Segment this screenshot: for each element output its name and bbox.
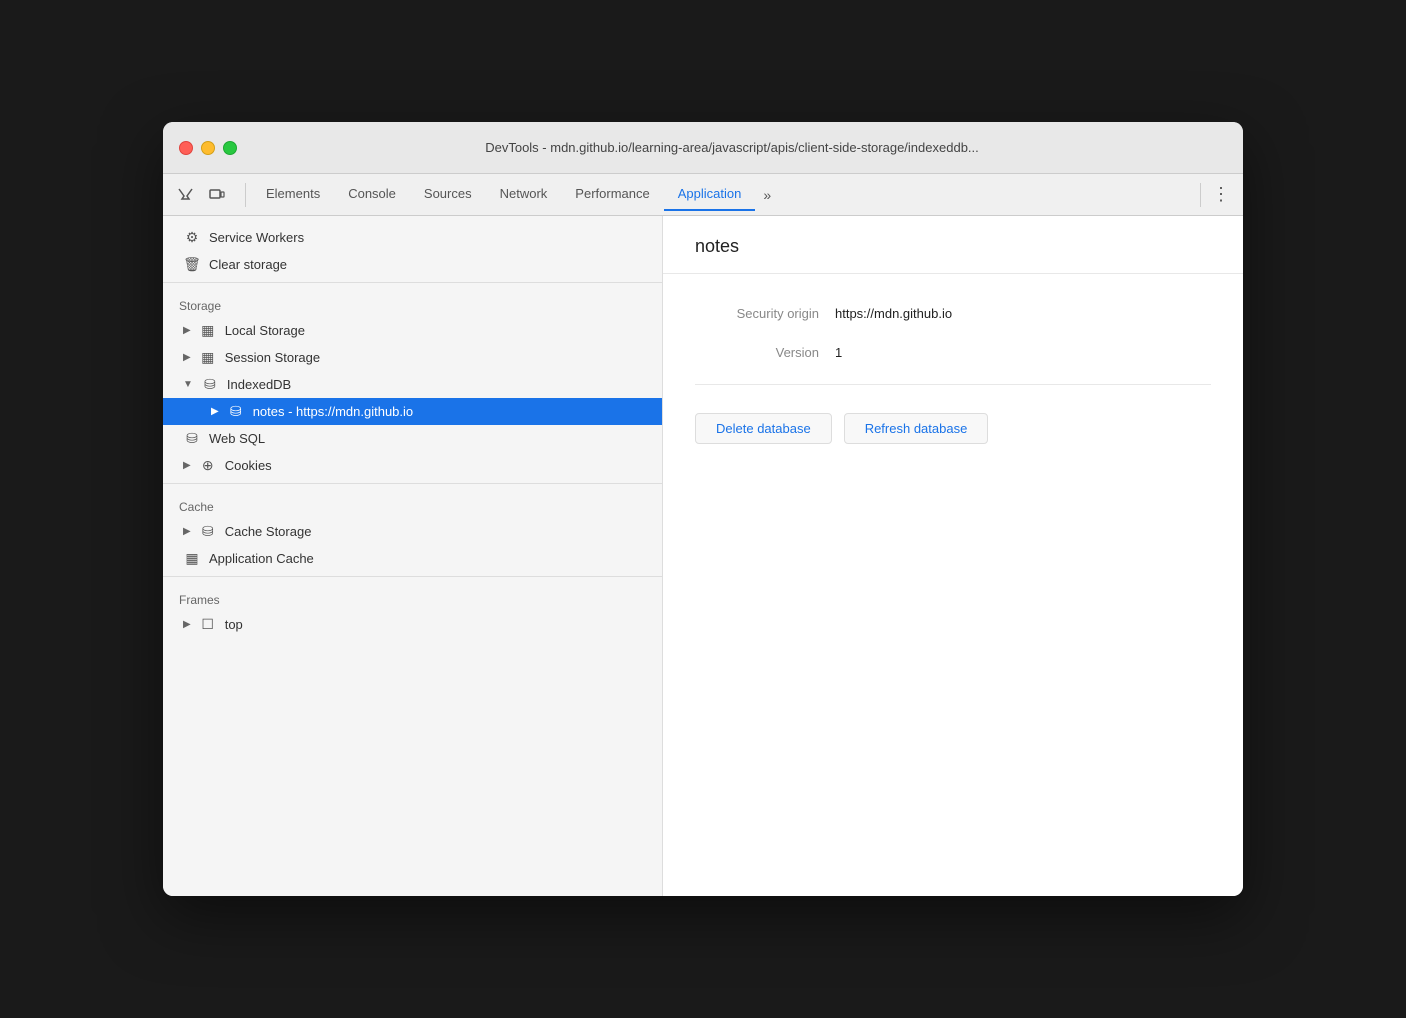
- delete-database-button[interactable]: Delete database: [695, 413, 832, 444]
- sidebar-section-storage: Storage: [163, 287, 662, 317]
- arrow-cache-storage: ▶: [183, 526, 191, 537]
- sidebar-item-clear-storage[interactable]: 🗑 Clear storage: [163, 251, 662, 278]
- tab-performance[interactable]: Performance: [561, 178, 663, 211]
- trash-icon: 🗑: [183, 256, 201, 273]
- sidebar: ⚙ Service Workers 🗑 Clear storage Storag…: [163, 216, 663, 896]
- grid-icon-session-storage: ▦: [199, 349, 217, 366]
- arrow-notes-db: ▶: [211, 406, 219, 417]
- content-header: notes: [663, 216, 1243, 274]
- main-content: ⚙ Service Workers 🗑 Clear storage Storag…: [163, 216, 1243, 896]
- tab-bar: Elements Console Sources Network Perform…: [163, 174, 1243, 216]
- version-label: Version: [695, 345, 835, 360]
- content-divider: [695, 384, 1211, 385]
- tabs-list: Elements Console Sources Network Perform…: [252, 178, 1194, 211]
- sidebar-label-clear-storage: Clear storage: [209, 257, 287, 272]
- sidebar-section-frames: Frames: [163, 581, 662, 611]
- sidebar-label-local-storage: Local Storage: [225, 323, 305, 338]
- content-body: Security origin https://mdn.github.io Ve…: [663, 274, 1243, 896]
- sidebar-label-top-frame: top: [225, 617, 243, 632]
- security-origin-label: Security origin: [695, 306, 835, 321]
- sidebar-divider-1: [163, 282, 662, 283]
- frame-icon-top: ☐: [199, 616, 217, 633]
- sidebar-section-cache: Cache: [163, 488, 662, 518]
- arrow-local-storage: ▶: [183, 325, 191, 336]
- sidebar-label-service-workers: Service Workers: [209, 230, 304, 245]
- maximize-button[interactable]: [223, 141, 237, 155]
- devtools-menu-button[interactable]: ⋮: [1207, 181, 1235, 209]
- sidebar-item-service-workers[interactable]: ⚙ Service Workers: [163, 224, 662, 251]
- arrow-top-frame: ▶: [183, 619, 191, 630]
- version-value: 1: [835, 345, 842, 360]
- security-origin-row: Security origin https://mdn.github.io: [695, 306, 1211, 321]
- db-icon-notes: ⛁: [227, 403, 245, 420]
- tab-separator-left: [245, 183, 246, 207]
- devtools-window: DevTools - mdn.github.io/learning-area/j…: [163, 122, 1243, 896]
- tab-console[interactable]: Console: [334, 178, 410, 211]
- arrow-session-storage: ▶: [183, 352, 191, 363]
- grid-icon-local-storage: ▦: [199, 322, 217, 339]
- tab-sources[interactable]: Sources: [410, 178, 486, 211]
- minimize-button[interactable]: [201, 141, 215, 155]
- action-buttons: Delete database Refresh database: [695, 413, 1211, 444]
- sidebar-item-app-cache[interactable]: ▦ Application Cache: [163, 545, 662, 572]
- sidebar-item-local-storage[interactable]: ▶ ▦ Local Storage: [163, 317, 662, 344]
- sidebar-item-websql[interactable]: ⛁ Web SQL: [163, 425, 662, 452]
- grid-icon-app-cache: ▦: [183, 550, 201, 567]
- arrow-cookies: ▶: [183, 460, 191, 471]
- tab-elements[interactable]: Elements: [252, 178, 334, 211]
- tab-network[interactable]: Network: [486, 178, 562, 211]
- tab-separator-right: [1200, 183, 1201, 207]
- sidebar-divider-2: [163, 483, 662, 484]
- sidebar-label-cookies: Cookies: [225, 458, 272, 473]
- title-bar: DevTools - mdn.github.io/learning-area/j…: [163, 122, 1243, 174]
- db-icon-websql: ⛁: [183, 430, 201, 447]
- arrow-indexeddb: ▼: [183, 379, 193, 390]
- db-icon-cache-storage: ⛁: [199, 523, 217, 540]
- sidebar-label-indexeddb: IndexedDB: [227, 377, 291, 392]
- gear-icon: ⚙: [183, 229, 201, 246]
- sidebar-item-indexeddb[interactable]: ▼ ⛁ IndexedDB: [163, 371, 662, 398]
- tab-application[interactable]: Application: [664, 178, 756, 211]
- sidebar-label-cache-storage: Cache Storage: [225, 524, 312, 539]
- sidebar-label-app-cache: Application Cache: [209, 551, 314, 566]
- device-icon[interactable]: [203, 181, 231, 209]
- version-row: Version 1: [695, 345, 1211, 360]
- sidebar-label-session-storage: Session Storage: [225, 350, 320, 365]
- inspect-icon[interactable]: [171, 181, 199, 209]
- sidebar-item-cookies[interactable]: ▶ ⊕ Cookies: [163, 452, 662, 479]
- sidebar-item-top-frame[interactable]: ▶ ☐ top: [163, 611, 662, 638]
- sidebar-divider-3: [163, 576, 662, 577]
- sidebar-item-session-storage[interactable]: ▶ ▦ Session Storage: [163, 344, 662, 371]
- content-title: notes: [695, 236, 739, 256]
- close-button[interactable]: [179, 141, 193, 155]
- sidebar-label-websql: Web SQL: [209, 431, 265, 446]
- sidebar-item-notes-db[interactable]: ▶ ⛁ notes - https://mdn.github.io: [163, 398, 662, 425]
- db-icon-indexeddb: ⛁: [201, 376, 219, 393]
- more-tabs-button[interactable]: »: [755, 183, 779, 207]
- traffic-lights: [179, 141, 237, 155]
- cookie-icon: ⊕: [199, 457, 217, 474]
- refresh-database-button[interactable]: Refresh database: [844, 413, 989, 444]
- security-origin-value: https://mdn.github.io: [835, 306, 952, 321]
- devtools-icons: [171, 181, 231, 209]
- sidebar-label-notes-db: notes - https://mdn.github.io: [253, 404, 413, 419]
- window-title: DevTools - mdn.github.io/learning-area/j…: [237, 140, 1227, 155]
- sidebar-item-cache-storage[interactable]: ▶ ⛁ Cache Storage: [163, 518, 662, 545]
- content-panel: notes Security origin https://mdn.github…: [663, 216, 1243, 896]
